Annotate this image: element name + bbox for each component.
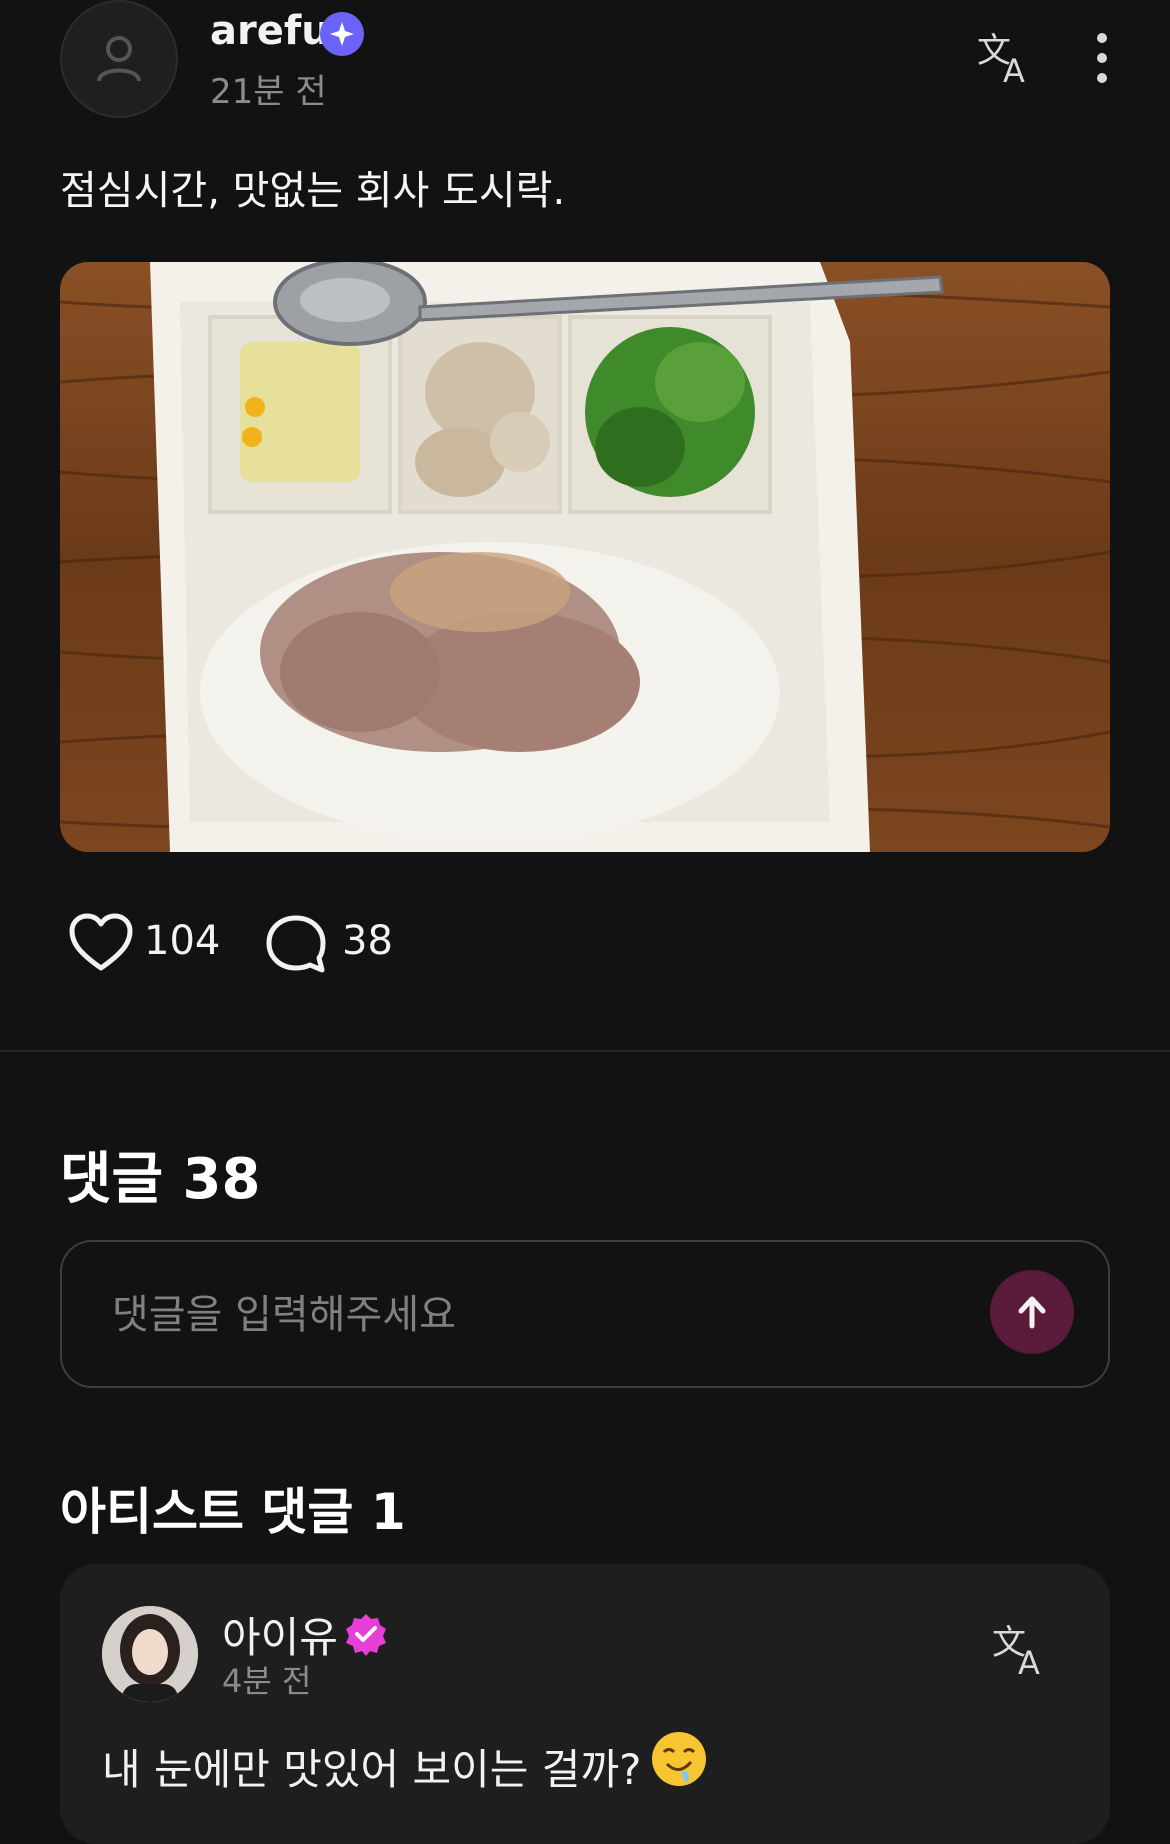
author-name[interactable]: arefu <box>210 8 330 54</box>
author-avatar[interactable] <box>60 0 178 118</box>
artist-avatar[interactable] <box>102 1606 198 1702</box>
more-options-icon[interactable] <box>1090 30 1114 86</box>
translate-icon[interactable]: 文 A <box>975 28 1035 88</box>
artist-comments-title: 아티스트 댓글 1 <box>60 1483 406 1541</box>
translate-icon[interactable]: 文 A <box>990 1620 1050 1680</box>
verified-artist-icon <box>346 1614 386 1656</box>
arrow-up-icon <box>1018 1296 1046 1329</box>
like-icon[interactable] <box>68 912 134 974</box>
comments-title: 댓글 38 <box>60 1147 261 1212</box>
comment-input[interactable] <box>110 1282 934 1348</box>
comment-count: 38 <box>342 918 393 964</box>
svg-text:A: A <box>1003 52 1025 88</box>
artist-comment-time: 4분 전 <box>222 1662 312 1700</box>
drooling-face-icon <box>652 1732 706 1786</box>
post-text: 점심시간, 맛없는 회사 도시락. <box>60 168 566 214</box>
verified-badge-icon <box>320 12 364 56</box>
artist-comment-card <box>60 1564 1110 1844</box>
svg-text:A: A <box>1018 1644 1040 1680</box>
user-placeholder-icon <box>97 36 141 82</box>
like-count: 104 <box>144 918 221 964</box>
comment-input-box[interactable] <box>60 1240 1110 1388</box>
artist-portrait <box>102 1606 198 1702</box>
artist-comment-text: 내 눈에만 맛있어 보이는 걸까? <box>102 1745 642 1794</box>
lunchbox-illustration <box>60 262 1110 852</box>
send-button[interactable] <box>990 1270 1074 1354</box>
comment-icon[interactable] <box>264 912 328 976</box>
section-divider <box>0 1050 1170 1052</box>
post-time: 21분 전 <box>210 72 327 112</box>
post-photo[interactable] <box>60 262 1110 852</box>
